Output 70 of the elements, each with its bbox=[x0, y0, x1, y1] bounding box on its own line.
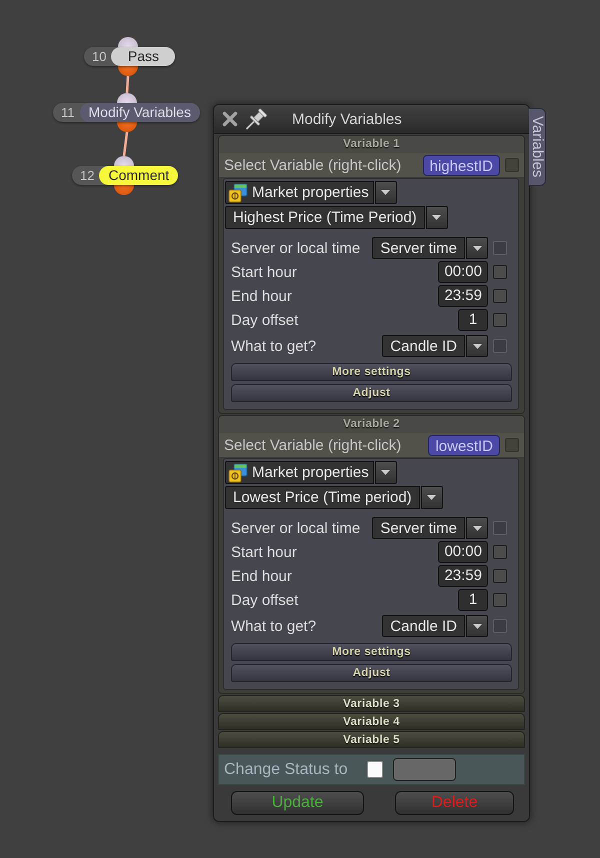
node-number: 10 bbox=[91, 48, 108, 66]
section-header[interactable]: Variable 3 bbox=[218, 695, 525, 712]
field-label: What to get? bbox=[231, 338, 318, 354]
money-icon bbox=[228, 462, 248, 482]
checkbox[interactable] bbox=[493, 545, 507, 559]
close-icon[interactable] bbox=[222, 111, 238, 127]
input-port-icon[interactable] bbox=[118, 37, 138, 47]
connector-line bbox=[126, 76, 130, 94]
checkbox[interactable] bbox=[493, 569, 507, 583]
value-field[interactable]: 00:00 bbox=[438, 261, 488, 283]
field-label: End hour bbox=[231, 288, 293, 304]
checkbox[interactable] bbox=[493, 313, 507, 327]
output-port-icon[interactable] bbox=[118, 66, 138, 76]
caret-icon bbox=[427, 495, 436, 500]
input-port-icon[interactable] bbox=[117, 93, 137, 103]
section-header[interactable]: Variable 2 bbox=[219, 416, 524, 433]
caret-icon bbox=[381, 470, 390, 475]
node-number: 11 bbox=[60, 104, 76, 122]
variables-tab[interactable]: Variables bbox=[529, 108, 546, 186]
money-icon bbox=[228, 182, 248, 202]
pin-icon[interactable] bbox=[245, 108, 270, 130]
caret-icon bbox=[432, 215, 442, 220]
section-button[interactable]: More settings bbox=[231, 363, 512, 381]
section-header[interactable]: Variable 1 bbox=[219, 136, 524, 153]
caret-icon bbox=[472, 246, 482, 250]
value-field[interactable]: 23:59 bbox=[438, 565, 488, 587]
connector-line bbox=[122, 132, 128, 156]
variable-selector[interactable]: highestID bbox=[422, 154, 500, 176]
action-button[interactable]: Update bbox=[231, 791, 364, 815]
status-checkbox[interactable] bbox=[367, 761, 383, 778]
node-label: Modify Variables bbox=[80, 103, 200, 122]
field-label: What to get? bbox=[231, 618, 318, 634]
node-number: 12 bbox=[79, 167, 96, 185]
caret-icon bbox=[381, 190, 390, 195]
checkbox[interactable] bbox=[493, 593, 507, 607]
field-label: Server or local time bbox=[231, 240, 362, 256]
select-variable-label: Select Variable (right-click) bbox=[224, 156, 402, 174]
field-label: End hour bbox=[231, 568, 293, 584]
value-field[interactable]: 00:00 bbox=[438, 541, 488, 563]
section-header[interactable]: Variable 4 bbox=[218, 713, 525, 730]
field-label: Start hour bbox=[231, 264, 298, 280]
field-label: Day offset bbox=[231, 312, 300, 328]
flow-node[interactable]: 10 Pass bbox=[84, 47, 176, 66]
section-button[interactable]: Adjust bbox=[231, 664, 512, 682]
value-field[interactable]: 1 bbox=[458, 309, 488, 331]
select-variable-label: Select Variable (right-click) bbox=[224, 436, 402, 454]
field-label: Start hour bbox=[231, 544, 298, 560]
section-button[interactable]: More settings bbox=[231, 643, 512, 661]
flow-node[interactable]: 12 Comment bbox=[72, 166, 178, 185]
color-swatch-icon[interactable] bbox=[393, 758, 456, 781]
node-label: Pass bbox=[111, 47, 176, 66]
input-port-icon[interactable] bbox=[114, 156, 134, 166]
output-port-icon[interactable] bbox=[117, 122, 137, 132]
caret-icon bbox=[472, 526, 482, 530]
status-label: Change Status to bbox=[224, 760, 349, 778]
field-label: Day offset bbox=[231, 592, 300, 608]
window-title: Modify Variables bbox=[292, 110, 402, 128]
checkbox[interactable] bbox=[493, 289, 507, 303]
section-button[interactable]: Adjust bbox=[231, 384, 512, 402]
caret-icon bbox=[472, 624, 482, 628]
value-field[interactable]: 1 bbox=[458, 589, 488, 611]
variable-selector[interactable]: lowestID bbox=[428, 434, 500, 456]
field-label: Server or local time bbox=[231, 520, 362, 536]
flow-node[interactable]: 11 Modify Variables bbox=[53, 103, 200, 122]
node-label: Comment bbox=[99, 166, 178, 185]
output-port-icon[interactable] bbox=[114, 185, 134, 195]
caret-icon bbox=[472, 344, 482, 348]
section-header[interactable]: Variable 5 bbox=[218, 731, 525, 748]
value-field[interactable]: 23:59 bbox=[438, 285, 488, 307]
checkbox[interactable] bbox=[493, 265, 507, 279]
